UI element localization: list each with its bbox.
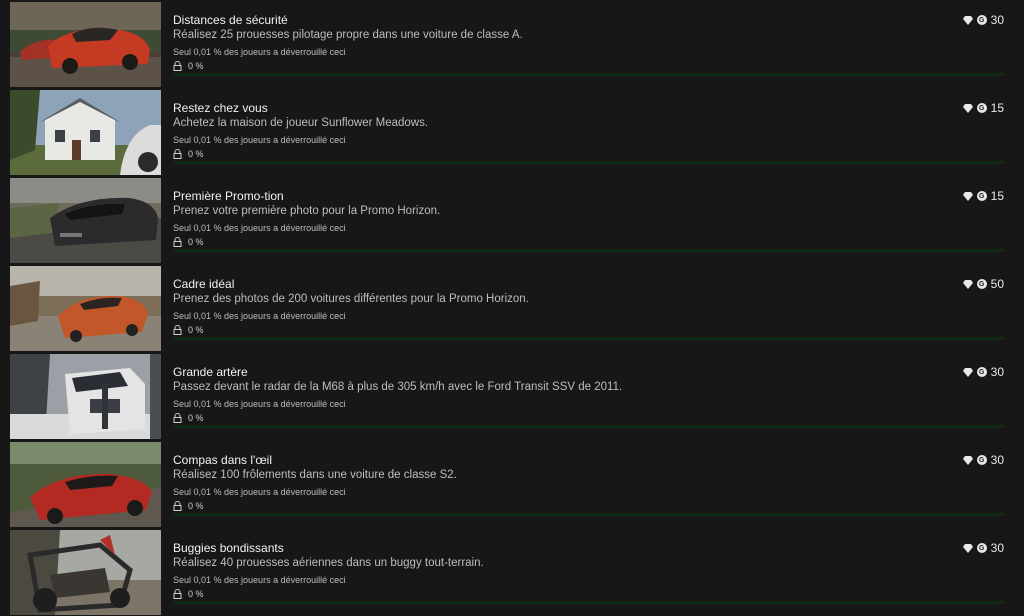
achievement-title: Grande artère [173, 365, 248, 379]
progress-bar [173, 601, 1004, 604]
achievement-rarity: Seul 0,01 % des joueurs a déverrouillé c… [173, 47, 346, 57]
achievement-progress-text: 0 % [173, 60, 204, 72]
achievement-title: Compas dans l'œil [173, 453, 272, 467]
gamerscore-badge: G 30 [962, 541, 1004, 555]
diamond-icon [962, 103, 973, 113]
gamerscore-icon: G [976, 367, 987, 377]
achievement-list: Distances de sécurité Réalisez 25 proues… [0, 0, 1024, 615]
achievement-thumbnail [10, 2, 161, 87]
lock-icon [173, 325, 182, 335]
achievement-progress-text: 0 % [173, 500, 204, 512]
gamerscore-badge: G 30 [962, 365, 1004, 379]
achievement-progress-text: 0 % [173, 412, 204, 424]
achievement-row[interactable]: Restez chez vous Achetez la maison de jo… [0, 88, 1024, 176]
achievement-description: Réalisez 40 prouesses aériennes dans un … [173, 557, 484, 569]
achievement-rarity: Seul 0,01 % des joueurs a déverrouillé c… [173, 311, 346, 321]
gamerscore-badge: G 50 [962, 277, 1004, 291]
gamerscore-icon: G [976, 543, 987, 553]
lock-icon [173, 61, 182, 71]
achievement-rarity: Seul 0,01 % des joueurs a déverrouillé c… [173, 575, 346, 585]
achievement-title: Buggies bondissants [173, 541, 284, 555]
lock-icon [173, 413, 182, 423]
achievement-rarity: Seul 0,01 % des joueurs a déverrouillé c… [173, 135, 346, 145]
achievement-progress-text: 0 % [173, 324, 204, 336]
progress-bar [173, 425, 1004, 428]
gamerscore-value: 30 [990, 365, 1004, 379]
achievement-row[interactable]: Buggies bondissants Réalisez 40 prouesse… [0, 528, 1024, 616]
achievement-row[interactable]: Distances de sécurité Réalisez 25 proues… [0, 0, 1024, 88]
achievement-description: Réalisez 100 frôlements dans une voiture… [173, 469, 457, 481]
achievement-title: Cadre idéal [173, 277, 235, 291]
progress-bar [173, 337, 1004, 340]
gamerscore-icon: G [976, 455, 987, 465]
achievement-row[interactable]: Grande artère Passez devant le radar de … [0, 352, 1024, 440]
achievement-thumbnail [10, 266, 161, 351]
diamond-icon [962, 279, 973, 289]
achievement-rarity: Seul 0,01 % des joueurs a déverrouillé c… [173, 223, 346, 233]
achievement-description: Réalisez 25 prouesses pilotage propre da… [173, 29, 523, 41]
progress-percent: 0 % [188, 149, 204, 159]
gamerscore-badge: G 15 [962, 101, 1004, 115]
lock-icon [173, 501, 182, 511]
gamerscore-badge: G 30 [962, 13, 1004, 27]
achievement-thumbnail [10, 530, 161, 615]
lock-icon [173, 237, 182, 247]
gamerscore-value: 15 [990, 101, 1004, 115]
achievement-progress-text: 0 % [173, 236, 204, 248]
achievement-thumbnail [10, 90, 161, 175]
achievement-description: Prenez des photos de 200 voitures différ… [173, 293, 529, 305]
achievement-title: Restez chez vous [173, 101, 268, 115]
progress-percent: 0 % [188, 413, 204, 423]
gamerscore-value: 15 [990, 189, 1004, 203]
progress-percent: 0 % [188, 501, 204, 511]
gamerscore-icon: G [976, 103, 987, 113]
achievement-rarity: Seul 0,01 % des joueurs a déverrouillé c… [173, 487, 346, 497]
achievement-description: Passez devant le radar de la M68 à plus … [173, 381, 623, 393]
achievement-title: Première Promo-tion [173, 189, 284, 203]
achievement-description: Prenez votre première photo pour la Prom… [173, 205, 441, 217]
gamerscore-value: 50 [990, 277, 1004, 291]
gamerscore-value: 30 [990, 13, 1004, 27]
progress-percent: 0 % [188, 325, 204, 335]
achievement-thumbnail [10, 354, 161, 439]
progress-percent: 0 % [188, 61, 204, 71]
gamerscore-icon: G [976, 191, 987, 201]
lock-icon [173, 149, 182, 159]
progress-percent: 0 % [188, 589, 204, 599]
lock-icon [173, 589, 182, 599]
diamond-icon [962, 15, 973, 25]
achievement-progress-text: 0 % [173, 588, 204, 600]
gamerscore-icon: G [976, 279, 987, 289]
achievement-thumbnail [10, 178, 161, 263]
gamerscore-badge: G 15 [962, 189, 1004, 203]
progress-bar [173, 161, 1004, 164]
achievement-row[interactable]: Compas dans l'œil Réalisez 100 frôlement… [0, 440, 1024, 528]
achievement-description: Achetez la maison de joueur Sunflower Me… [173, 117, 429, 129]
progress-bar [173, 249, 1004, 252]
achievement-thumbnail [10, 442, 161, 527]
progress-percent: 0 % [188, 237, 204, 247]
achievement-row[interactable]: Cadre idéal Prenez des photos de 200 voi… [0, 264, 1024, 352]
achievement-progress-text: 0 % [173, 148, 204, 160]
achievement-row[interactable]: Première Promo-tion Prenez votre premièr… [0, 176, 1024, 264]
gamerscore-badge: G 30 [962, 453, 1004, 467]
diamond-icon [962, 543, 973, 553]
achievement-title: Distances de sécurité [173, 13, 288, 27]
progress-bar [173, 513, 1004, 516]
achievement-rarity: Seul 0,01 % des joueurs a déverrouillé c… [173, 399, 346, 409]
gamerscore-value: 30 [990, 541, 1004, 555]
diamond-icon [962, 455, 973, 465]
gamerscore-icon: G [976, 15, 987, 25]
diamond-icon [962, 367, 973, 377]
diamond-icon [962, 191, 973, 201]
gamerscore-value: 30 [990, 453, 1004, 467]
progress-bar [173, 73, 1004, 76]
